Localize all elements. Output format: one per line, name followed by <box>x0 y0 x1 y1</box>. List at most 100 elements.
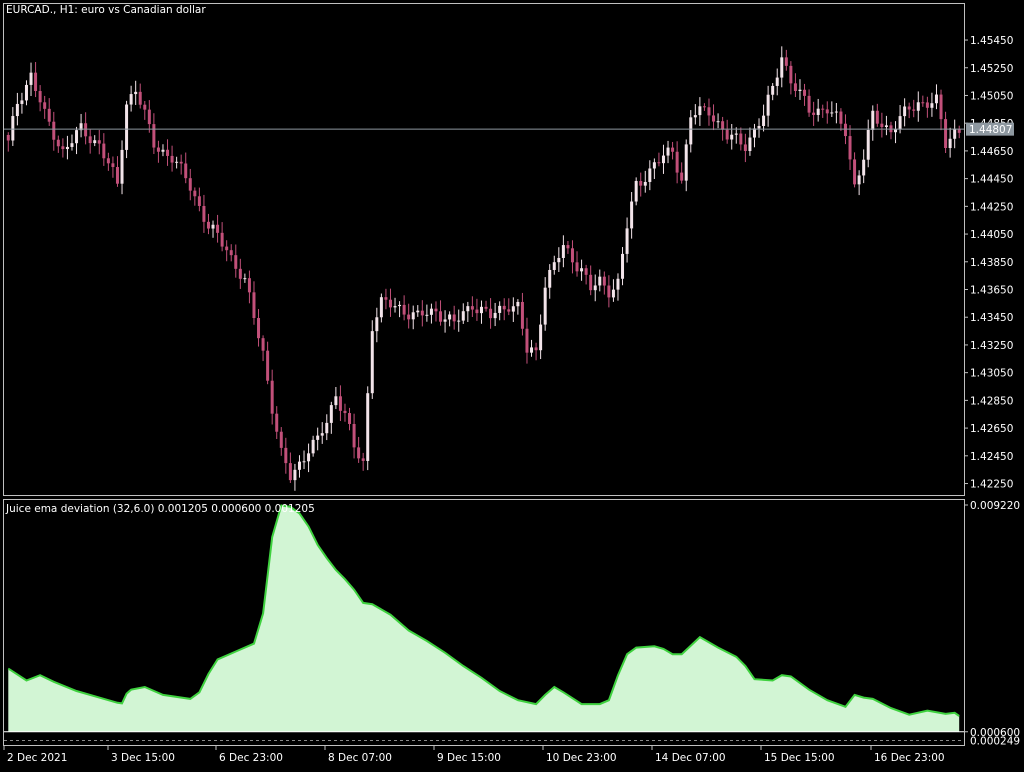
candle-body <box>266 350 270 381</box>
candle-body <box>671 147 675 152</box>
candle-body <box>875 110 879 124</box>
price-tick-label: 1.44250 <box>970 201 1013 213</box>
price-tick-label: 1.45250 <box>970 63 1013 75</box>
candle-body <box>707 107 711 116</box>
candle-body <box>657 162 661 164</box>
candle-body <box>630 201 634 229</box>
candle-body <box>11 116 15 141</box>
candle-body <box>34 72 38 92</box>
candle-body <box>284 447 288 464</box>
candle-body <box>307 453 311 462</box>
indicator-header: Juice ema deviation (32,6.0) 0.001205 0.… <box>5 503 315 515</box>
candle-body <box>325 422 329 434</box>
price-tick-label: 1.43450 <box>970 312 1013 324</box>
candle-body <box>452 314 456 322</box>
candle-body <box>24 84 28 101</box>
candle-body <box>61 146 65 150</box>
candle-body <box>352 423 356 448</box>
chart-canvas[interactable]: EURCAD., H1: euro vs Canadian dollar Jui… <box>0 0 1024 768</box>
price-tick-label: 1.43850 <box>970 257 1013 269</box>
candle-body <box>548 269 552 288</box>
candle-body <box>570 248 574 263</box>
chart-window[interactable]: EURCAD., H1: euro vs Canadian dollar Jui… <box>0 0 1024 768</box>
candle-body <box>52 121 56 140</box>
candle-body <box>607 285 611 298</box>
candle-body <box>953 128 957 139</box>
candle-body <box>411 312 415 320</box>
price-tick-label: 1.45450 <box>970 35 1013 47</box>
candle-body <box>43 102 47 109</box>
candle-body <box>443 319 447 322</box>
candle-body <box>525 328 529 353</box>
candle-body <box>848 136 852 160</box>
candle-body <box>575 262 579 272</box>
candle-body <box>552 262 556 270</box>
candle-body <box>793 83 797 91</box>
candle-body <box>47 108 51 122</box>
candle-body <box>334 396 338 406</box>
candle-body <box>38 91 42 103</box>
candle-body <box>188 178 192 191</box>
price-tick-label: 1.43250 <box>970 340 1013 352</box>
candle-body <box>643 181 647 186</box>
candle-body <box>247 278 251 293</box>
candle-body <box>716 121 720 123</box>
candle-body <box>466 306 470 312</box>
candle-body <box>871 110 875 130</box>
candle-body <box>743 144 747 152</box>
candle-body <box>598 276 602 286</box>
candle-body <box>102 143 106 159</box>
candle-body <box>561 245 565 258</box>
candle-body <box>429 308 433 315</box>
candle-body <box>862 159 866 176</box>
candle-body <box>789 65 793 84</box>
candle-body <box>712 115 716 122</box>
candle-body <box>175 161 179 163</box>
symbol-header: EURCAD., H1: euro vs Canadian dollar <box>6 4 206 16</box>
candle-body <box>15 103 19 117</box>
candle-body <box>470 306 474 310</box>
candle-body <box>821 108 825 110</box>
candle-body <box>639 180 643 186</box>
candle-body <box>520 301 524 329</box>
candle-body <box>884 125 888 127</box>
candle-body <box>270 380 274 414</box>
candle-body <box>502 305 506 310</box>
candle-body <box>179 161 183 164</box>
candle-body <box>475 309 479 314</box>
candle-body <box>702 106 706 108</box>
price-tick-label: 1.42450 <box>970 451 1013 463</box>
price-tick-label: 1.43050 <box>970 368 1013 380</box>
candle-body <box>152 124 156 148</box>
candle-body <box>798 89 802 91</box>
candle-body <box>666 147 670 156</box>
candle-body <box>916 102 920 111</box>
candle-body <box>115 167 119 184</box>
candle-body <box>734 133 738 135</box>
candle-body <box>534 347 538 351</box>
time-tick-label: 14 Dec 07:00 <box>655 752 726 764</box>
candle-body <box>70 143 74 147</box>
candle-body <box>448 314 452 320</box>
candle-body <box>129 94 133 105</box>
price-tick-label: 1.42650 <box>970 423 1013 435</box>
candle-body <box>625 228 629 254</box>
candle-body <box>302 461 306 463</box>
candle-body <box>834 111 838 113</box>
candle-body <box>202 205 206 222</box>
candle-body <box>580 268 584 272</box>
candle-body <box>457 320 461 322</box>
candle-body <box>6 134 10 141</box>
candle-body <box>29 72 33 85</box>
price-tick-label: 1.43650 <box>970 284 1013 296</box>
candle-body <box>238 268 242 279</box>
candle-body <box>557 257 561 263</box>
candle-body <box>320 433 324 436</box>
candle-body <box>138 91 142 105</box>
candle-body <box>106 158 110 164</box>
candle-body <box>689 117 693 145</box>
candle-body <box>516 301 520 307</box>
candle-body <box>661 155 665 164</box>
price-tick-label: 1.42850 <box>970 395 1013 407</box>
time-tick-label: 8 Dec 07:00 <box>328 752 392 764</box>
